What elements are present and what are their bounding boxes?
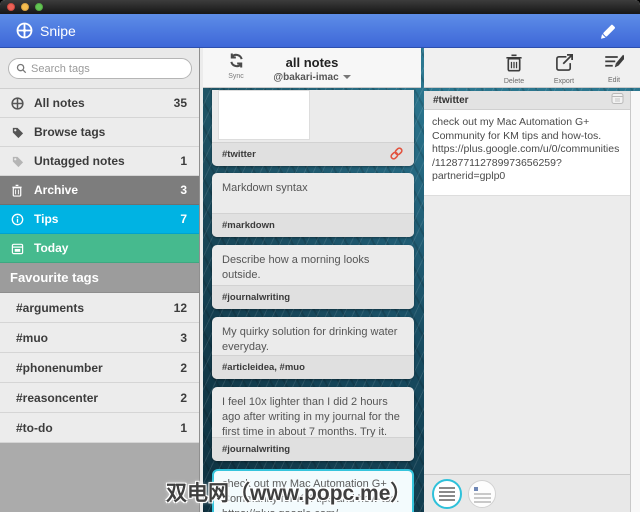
sidebar-item-label: Untagged notes [34, 154, 125, 168]
sidebar-item-label: Archive [34, 183, 79, 197]
text-view-button[interactable] [432, 478, 462, 509]
detail-note-content[interactable]: check out my Mac Automation G+ Community… [424, 110, 630, 196]
sidebar-item-archive[interactable]: Archive 3 [0, 176, 199, 205]
sidebar-item-count: 3 [180, 183, 187, 197]
detail-tag: #twitter [433, 94, 469, 106]
tag-label: #to-do [16, 420, 53, 435]
sidebar-item-label: Today [34, 241, 69, 255]
tag-label: #reasoncenter [16, 390, 99, 405]
info-icon [10, 212, 24, 226]
sidebar-item-today[interactable]: Today [0, 234, 199, 263]
account-selector[interactable]: @bakari-imac [203, 72, 421, 83]
notes-list-header: Sync all notes @bakari-imac [203, 48, 421, 88]
note-tag: #journalwriting [222, 292, 291, 303]
export-label: Export [553, 78, 575, 85]
edit-label: Edit [607, 77, 621, 84]
note-card-markdown[interactable]: Markdown syntax #markdown [212, 173, 414, 237]
tag-count: 3 [180, 330, 187, 345]
search-placeholder: Search tags [31, 62, 90, 75]
tag-count: 2 [180, 390, 187, 405]
sidebar-item-label: Browse tags [34, 125, 106, 139]
sidebar-item-label: Tips [34, 212, 59, 226]
note-card-twitter-image[interactable]: #twitter [212, 90, 414, 166]
sidebar-item-count: 35 [173, 96, 187, 110]
delete-label: Delete [503, 78, 525, 85]
minimize-button[interactable] [21, 3, 29, 11]
sidebar-item-label: All notes [34, 96, 85, 110]
notes-list-title: all notes [285, 55, 339, 70]
scrollbar-track[interactable] [630, 91, 640, 512]
favourite-tags-header: Favourite tags [0, 263, 199, 293]
favourite-tag-arguments[interactable]: #arguments 12 [0, 293, 199, 323]
trash-icon [506, 54, 522, 72]
favourite-tag-reasoncenter[interactable]: #reasoncenter 2 [0, 383, 199, 413]
note-tag-footer: #markdown [212, 213, 414, 237]
edit-icon [605, 54, 626, 68]
globe-icon [10, 96, 24, 110]
favourite-tags-title: Favourite tags [10, 270, 99, 285]
note-card-journal[interactable]: I feel 10x lighter than I did 2 hours ag… [212, 387, 414, 461]
delete-button[interactable]: Delete [496, 53, 532, 85]
note-image-thumbnail [218, 90, 310, 140]
sidebar-item-all-notes[interactable]: All notes 35 [0, 89, 199, 118]
tag-outline-icon [10, 154, 24, 168]
detail-toolbar: Delete Export Edit [424, 48, 640, 88]
sidebar: Search tags All notes 35 Browse tags Unt… [0, 48, 200, 512]
compose-pencil-icon[interactable] [596, 21, 618, 43]
link-icon[interactable] [389, 146, 404, 164]
note-card-water[interactable]: My quirky solution for drinking water ev… [212, 317, 414, 379]
sidebar-item-tips[interactable]: Tips 7 [0, 205, 199, 234]
snipe-logo-icon [16, 22, 33, 44]
tag-icon [10, 125, 24, 139]
note-tag: #journalwriting [222, 444, 291, 455]
export-icon [555, 54, 573, 71]
search-input[interactable]: Search tags [8, 58, 192, 79]
trash-icon [10, 183, 24, 197]
note-tag-footer: #twitter [212, 142, 414, 166]
chevron-down-icon [342, 75, 351, 80]
notes-list: #twitter Markdown syntax #markdown Descr… [203, 88, 421, 512]
tag-count: 12 [173, 300, 187, 315]
edit-button[interactable]: Edit [596, 53, 632, 84]
sidebar-item-browse-tags[interactable]: Browse tags [0, 118, 199, 147]
preview-view-button[interactable] [468, 479, 496, 508]
note-tag-footer: #journalwriting [212, 285, 414, 309]
search-area: Search tags [0, 48, 199, 89]
note-tag: #articleidea, #muo [222, 362, 305, 373]
note-card-morning[interactable]: Describe how a morning looks outside. #j… [212, 245, 414, 309]
account-name: @bakari-imac [273, 72, 339, 83]
search-icon [16, 63, 27, 74]
app-window: Snipe Search tags All notes 35 Browse ta… [0, 0, 640, 512]
watermark: 双电网（www.popc.me） [166, 482, 412, 505]
detail-panel: #twitter check out my Mac Automation G+ … [424, 91, 640, 512]
app-title: Snipe [40, 23, 76, 39]
tag-count: 2 [180, 360, 187, 375]
window-title-bar [0, 0, 640, 14]
note-tag: #markdown [222, 220, 275, 231]
export-button[interactable]: Export [546, 53, 582, 85]
tag-count: 1 [180, 420, 187, 435]
favourite-tag-muo[interactable]: #muo 3 [0, 323, 199, 353]
tag-label: #arguments [16, 300, 85, 315]
calendar-icon [10, 241, 24, 255]
favourite-tag-to-do[interactable]: #to-do 1 [0, 413, 199, 443]
note-tag: #twitter [222, 149, 256, 160]
favourite-tag-phonenumber[interactable]: #phonenumber 2 [0, 353, 199, 383]
zoom-button[interactable] [35, 3, 43, 11]
sidebar-item-count: 1 [180, 154, 187, 168]
sidebar-item-untagged-notes[interactable]: Untagged notes 1 [0, 147, 199, 176]
calendar-badge-icon[interactable] [611, 92, 624, 108]
tag-label: #phonenumber [16, 360, 103, 375]
close-button[interactable] [7, 3, 15, 11]
app-header: Snipe [0, 14, 640, 48]
view-toggle-bar [424, 474, 630, 512]
note-tag-footer: #articleidea, #muo [212, 355, 414, 379]
note-body: Markdown syntax [222, 182, 308, 194]
detail-tag-row: #twitter [424, 91, 630, 110]
tag-label: #muo [16, 330, 49, 345]
note-tag-footer: #journalwriting [212, 437, 414, 461]
sidebar-item-count: 7 [180, 212, 187, 226]
